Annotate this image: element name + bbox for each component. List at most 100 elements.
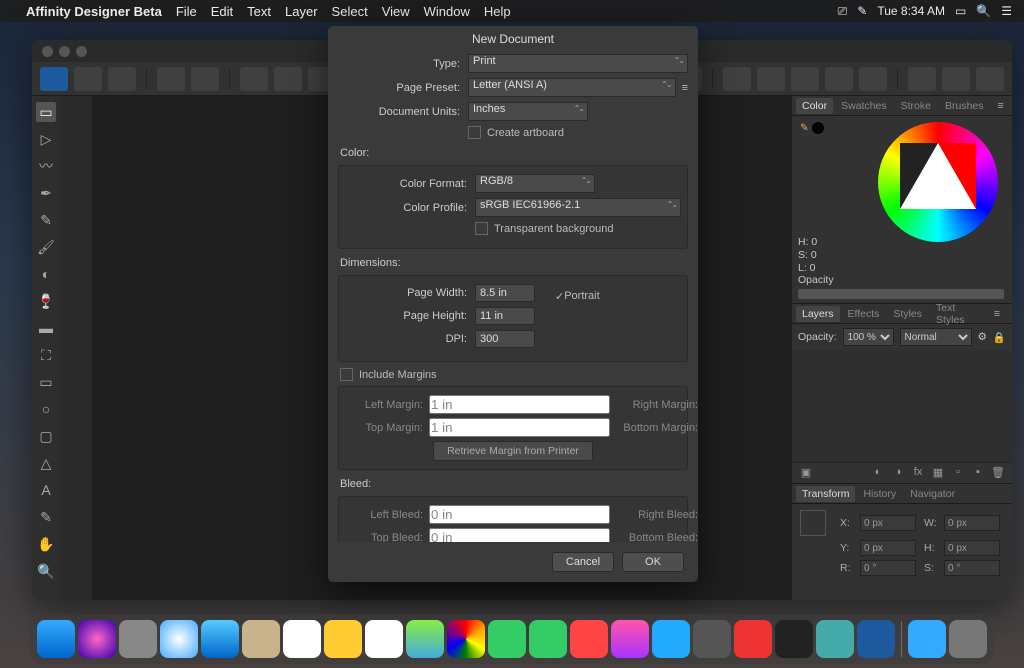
persona-pixel-icon[interactable] [74, 67, 102, 91]
preset-select[interactable]: Letter (ANSI A) [468, 78, 676, 97]
portrait-checkbox[interactable]: ✓ [555, 290, 564, 303]
anchor-widget[interactable] [800, 510, 826, 536]
toolbar-btn[interactable] [191, 67, 219, 91]
zoom-icon[interactable] [76, 46, 87, 57]
dock-magnet-icon[interactable] [734, 620, 772, 658]
dock-contacts-icon[interactable] [242, 620, 280, 658]
cancel-button[interactable]: Cancel [552, 552, 614, 572]
brush-tool-icon[interactable]: 🖌 [36, 237, 56, 257]
include-margins-checkbox[interactable] [340, 368, 353, 381]
color-wheel[interactable] [878, 122, 998, 242]
dock-siri-icon[interactable] [78, 620, 116, 658]
dock-maps-icon[interactable] [406, 620, 444, 658]
left-bleed-field[interactable] [429, 505, 610, 524]
corner-tool-icon[interactable]: 〰 [36, 156, 56, 176]
color-profile-select[interactable]: sRGB IEC61966-2.1 [475, 198, 681, 217]
eyedropper-icon[interactable]: ✎ [800, 122, 809, 134]
move-tool-icon[interactable]: ▭ [36, 102, 56, 122]
pen-tool-icon[interactable]: ✒ [36, 183, 56, 203]
y-field[interactable] [860, 540, 916, 556]
tab-effects[interactable]: Effects [842, 306, 886, 322]
swatch-icon[interactable] [812, 122, 824, 134]
toolbar-btn[interactable] [859, 67, 887, 91]
retrieve-margin-button[interactable]: Retrieve Margin from Printer [433, 441, 593, 461]
menu-window[interactable]: Window [424, 4, 470, 19]
color-format-select[interactable]: RGB/8 [475, 174, 595, 193]
toolbar-btn[interactable] [274, 67, 302, 91]
minimize-icon[interactable] [59, 46, 70, 57]
transparent-bg-checkbox[interactable] [475, 222, 488, 235]
clip-icon[interactable]: ▦ [930, 466, 946, 480]
toolbar-btn[interactable] [908, 67, 936, 91]
close-icon[interactable] [42, 46, 53, 57]
dock-preferences-icon[interactable] [693, 620, 731, 658]
toolbar-btn[interactable] [157, 67, 185, 91]
menu-help[interactable]: Help [484, 4, 511, 19]
toolbar-btn[interactable] [976, 67, 1004, 91]
dpi-field[interactable] [475, 330, 535, 348]
blend-mode-select[interactable]: Normal [900, 328, 972, 346]
script-icon[interactable]: ✎ [857, 4, 867, 18]
dock-affinity-icon[interactable] [857, 620, 895, 658]
dock-terminal-icon[interactable] [775, 620, 813, 658]
toolbar-btn[interactable] [825, 67, 853, 91]
top-margin-field[interactable] [429, 418, 610, 437]
shape-rounded-icon[interactable]: ▢ [36, 426, 56, 446]
w-field[interactable] [944, 515, 1000, 531]
tab-history[interactable]: History [857, 486, 902, 502]
s-field[interactable] [944, 560, 1000, 576]
dock-appstore-icon[interactable] [652, 620, 690, 658]
dock-facetime-icon[interactable] [529, 620, 567, 658]
page-width-field[interactable] [475, 284, 535, 302]
panel-menu-icon[interactable]: ≡ [988, 306, 1006, 322]
units-select[interactable]: Inches [468, 102, 588, 121]
flag-icon[interactable]: ▭ [955, 4, 966, 18]
adjust-icon[interactable]: ◑ [890, 466, 906, 480]
fill-tool-icon[interactable]: ◐ [36, 264, 56, 284]
ok-button[interactable]: OK [622, 552, 684, 572]
opacity-slider[interactable] [798, 289, 1004, 299]
toolbar-btn[interactable] [723, 67, 751, 91]
airplay-icon[interactable]: ⎚ [838, 4, 848, 19]
dock-photos-icon[interactable] [447, 620, 485, 658]
dock-finder-icon[interactable] [37, 620, 75, 658]
tab-styles[interactable]: Styles [887, 306, 928, 322]
dock-news-icon[interactable] [570, 620, 608, 658]
opacity-select[interactable]: 100 % [843, 328, 894, 346]
tab-navigator[interactable]: Navigator [904, 486, 961, 502]
lock-icon[interactable]: 🔒 [993, 331, 1006, 344]
node-tool-icon[interactable]: ▷ [36, 129, 56, 149]
dock-launchpad-icon[interactable] [119, 620, 157, 658]
dock-notes-icon[interactable] [324, 620, 362, 658]
mask-icon[interactable]: ◐ [870, 466, 886, 480]
dock-itunes-icon[interactable] [611, 620, 649, 658]
page-height-field[interactable] [475, 307, 535, 325]
toolbar-btn[interactable] [757, 67, 785, 91]
clock[interactable]: Tue 8:34 AM [877, 4, 945, 18]
shape-ellipse-icon[interactable]: ○ [36, 399, 56, 419]
shape-triangle-icon[interactable]: △ [36, 453, 56, 473]
tab-swatches[interactable]: Swatches [835, 98, 893, 114]
fx-icon[interactable]: fx [910, 466, 926, 480]
add-layer-icon[interactable]: ▫ [950, 466, 966, 480]
x-field[interactable] [860, 515, 916, 531]
toolbar-btn[interactable] [240, 67, 268, 91]
create-artboard-checkbox[interactable] [468, 126, 481, 139]
tab-color[interactable]: Color [796, 98, 833, 114]
pencil-tool-icon[interactable]: ✎ [36, 210, 56, 230]
trash-icon[interactable]: 🗑 [990, 466, 1006, 480]
dock-calendar-icon[interactable] [283, 620, 321, 658]
toolbar-btn[interactable] [942, 67, 970, 91]
spotlight-icon[interactable]: 🔍 [976, 4, 991, 18]
menu-text[interactable]: Text [247, 4, 271, 19]
hand-tool-icon[interactable]: ✋ [36, 534, 56, 554]
dock-safari-icon[interactable] [160, 620, 198, 658]
layer-group-icon[interactable]: ▣ [798, 466, 814, 480]
layers-list[interactable] [792, 350, 1012, 462]
dock-app-icon[interactable] [816, 620, 854, 658]
app-name[interactable]: Affinity Designer Beta [26, 4, 162, 19]
menu-view[interactable]: View [382, 4, 410, 19]
left-margin-field[interactable] [429, 395, 610, 414]
panel-menu-icon[interactable]: ≡ [992, 98, 1010, 114]
menu-edit[interactable]: Edit [211, 4, 233, 19]
